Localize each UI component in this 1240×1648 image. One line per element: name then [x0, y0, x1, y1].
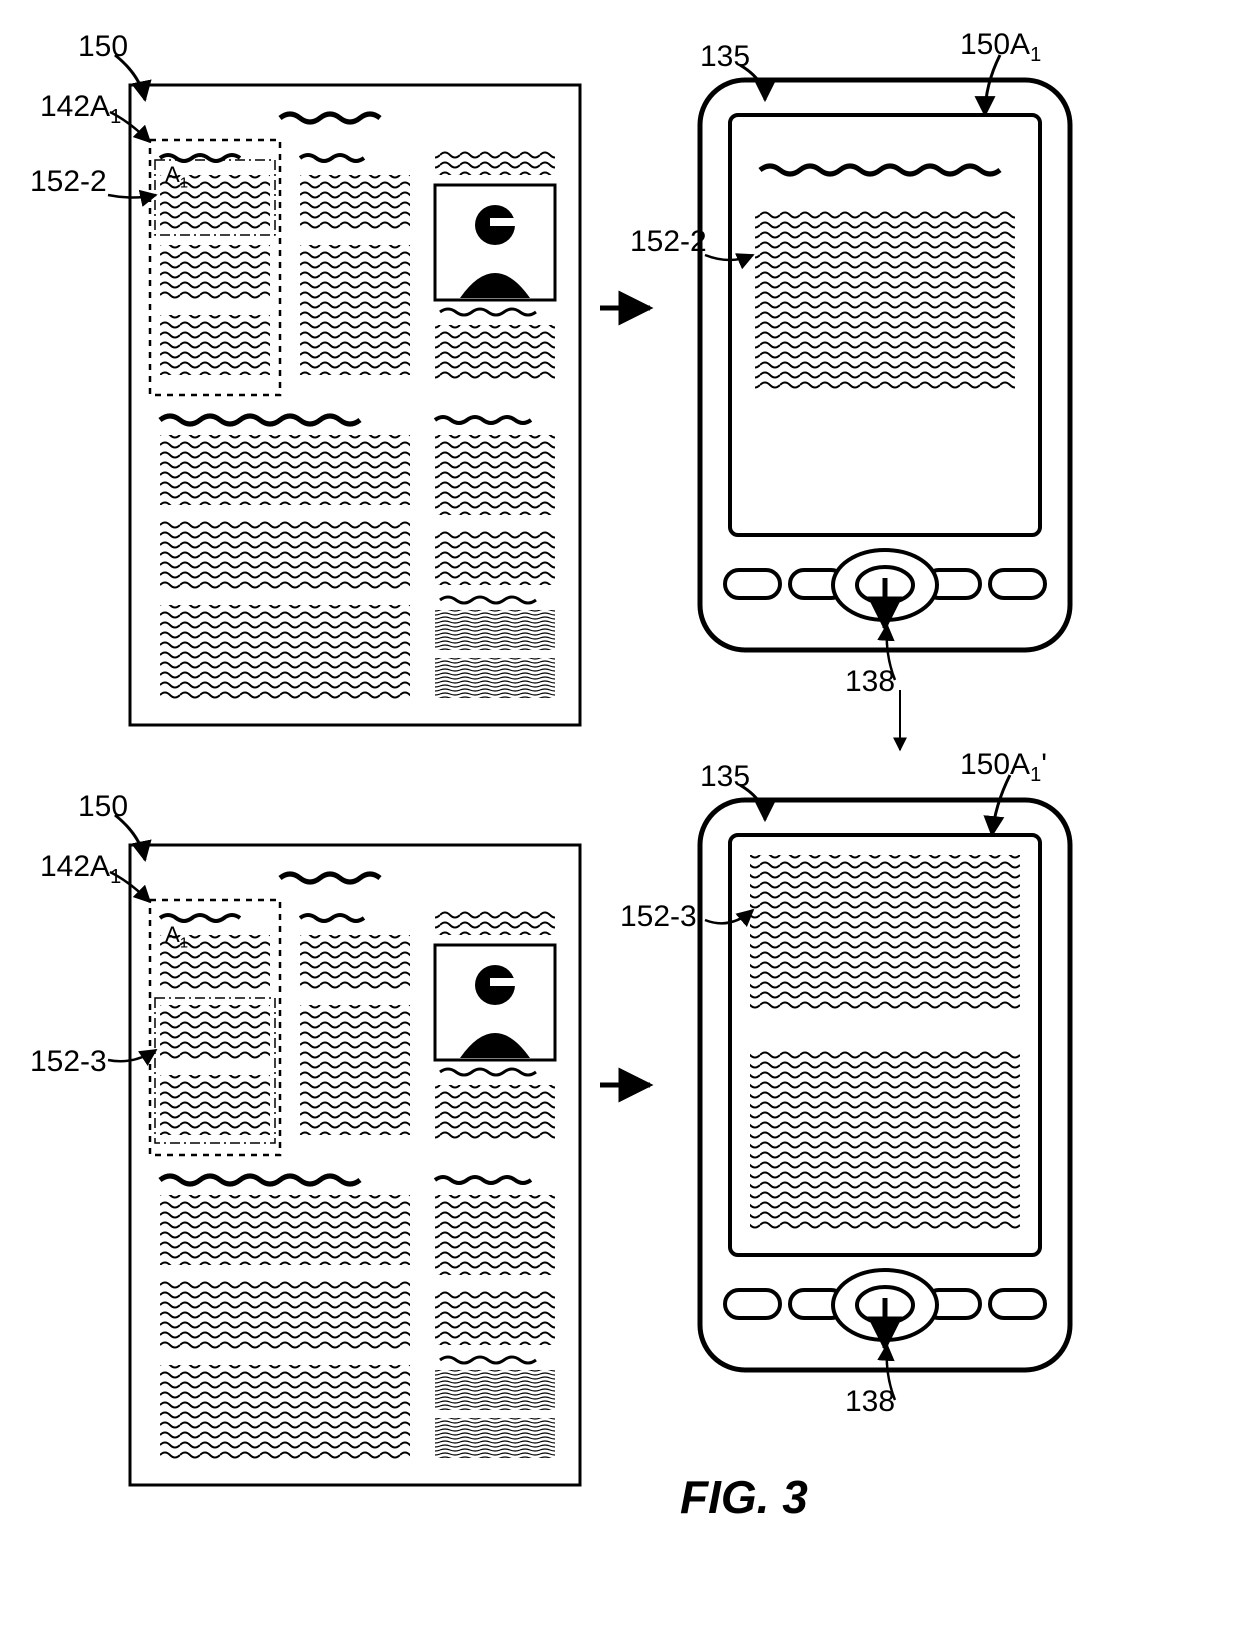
document-page-bottom [130, 845, 580, 1485]
ref-138-top: 138 [845, 665, 895, 699]
figure-label: FIG. 3 [680, 1470, 808, 1524]
ref-142A1-top: 142A1 [40, 90, 121, 129]
figure-svg [0, 0, 1240, 1648]
ref-150A1-bottom: 150A1' [960, 748, 1047, 787]
ref-152-3-right: 152-3 [620, 900, 697, 934]
pda-device-bottom [700, 800, 1070, 1370]
ref-150-top: 150 [78, 30, 128, 64]
label-A1-top: A1 [165, 162, 188, 191]
ref-135-top: 135 [700, 40, 750, 74]
ref-135-bottom: 135 [700, 760, 750, 794]
ref-152-3-left: 152-3 [30, 1045, 107, 1079]
ref-142A1-bottom: 142A1 [40, 850, 121, 889]
pda-device-top [700, 80, 1070, 650]
ref-152-2-left: 152-2 [30, 165, 107, 199]
document-page-top [130, 85, 580, 725]
ref-138-bottom: 138 [845, 1385, 895, 1419]
label-A1-bottom: A1 [165, 922, 188, 951]
ref-152-2-right: 152-2 [630, 225, 707, 259]
ref-150A1-top: 150A1 [960, 28, 1041, 67]
ref-150-bottom: 150 [78, 790, 128, 824]
